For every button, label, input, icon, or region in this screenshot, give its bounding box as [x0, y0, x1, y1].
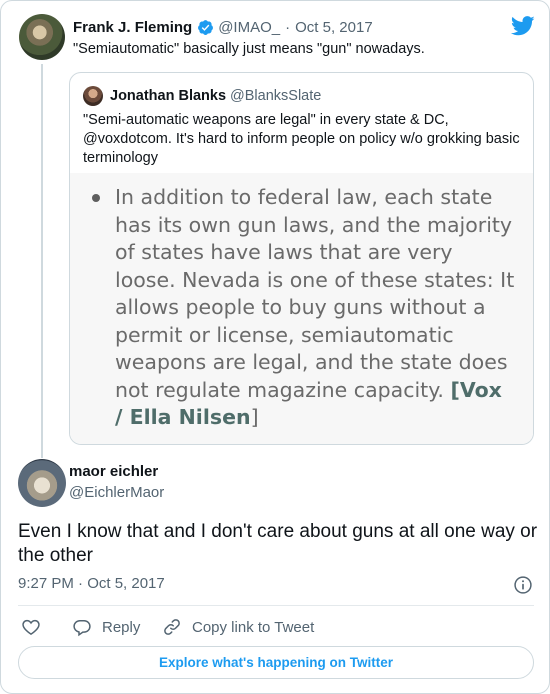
- reply-tweet-timestamp[interactable]: 9:27 PM · Oct 5, 2017: [18, 575, 165, 592]
- explore-twitter-button[interactable]: Explore what's happening on Twitter: [18, 646, 534, 679]
- quoted-image-text: In addition to federal law, each state h…: [115, 184, 515, 432]
- quoted-author-name: Jonathan Blanks: [110, 88, 227, 104]
- parent-tweet-text: "Semiautomatic" basically just means "gu…: [73, 41, 425, 57]
- copy-link-icon: [164, 619, 180, 635]
- reply-bubble-icon: [73, 620, 91, 637]
- actions-divider: [18, 605, 534, 606]
- quoted-tweet-image[interactable]: In addition to federal law, each state h…: [70, 173, 533, 444]
- parent-tweet-date[interactable]: Oct 5, 2017: [295, 19, 373, 36]
- tweet-actions-bar: Reply Copy link to Tweet: [1, 615, 550, 639]
- jonathan-blanks-avatar: [83, 86, 103, 106]
- reply-author-handle[interactable]: @EichlerMaor: [69, 484, 164, 501]
- reply-label: Reply: [102, 618, 141, 636]
- frank-fleming-avatar[interactable]: [19, 14, 65, 60]
- bullet-point: [92, 194, 100, 202]
- copy-link-label: Copy link to Tweet: [192, 618, 315, 636]
- image-bracket-close: ]: [250, 405, 259, 429]
- image-text-body: In addition to federal law, each state h…: [115, 185, 515, 402]
- quoted-tweet[interactable]: Jonathan Blanks @BlanksSlate "Semi-autom…: [69, 72, 534, 445]
- image-bracket-open: [: [450, 377, 460, 402]
- parent-author-name[interactable]: Frank J. Fleming: [73, 19, 192, 36]
- like-heart-icon: [22, 619, 40, 635]
- reply-button[interactable]: Reply: [72, 615, 140, 639]
- verified-badge-icon: [198, 19, 214, 35]
- info-icon[interactable]: [513, 575, 533, 595]
- reply-tweet-text: Even I know that and I don't care about …: [18, 521, 538, 566]
- quoted-tweet-text: "Semi-automatic weapons are legal" in ev…: [83, 112, 520, 166]
- quoted-tweet-header: Jonathan Blanks @BlanksSlate: [110, 86, 321, 106]
- like-button[interactable]: [21, 615, 51, 639]
- maor-eichler-avatar[interactable]: [18, 459, 66, 507]
- parent-tweet-header: Frank J. Fleming @IMAO_ · Oct 5, 2017: [73, 17, 373, 37]
- header-separator: ·: [285, 18, 291, 36]
- thread-connector-line: [41, 64, 43, 458]
- reply-author-name[interactable]: maor eichler: [69, 463, 158, 480]
- quoted-author-handle: @BlanksSlate: [230, 88, 322, 104]
- twitter-bird-icon[interactable]: [511, 16, 535, 36]
- embedded-tweet-card: Frank J. Fleming @IMAO_ · Oct 5, 2017 "S…: [0, 0, 550, 694]
- parent-author-handle[interactable]: @IMAO_: [218, 19, 280, 36]
- copy-link-button[interactable]: Copy link to Tweet: [162, 615, 314, 639]
